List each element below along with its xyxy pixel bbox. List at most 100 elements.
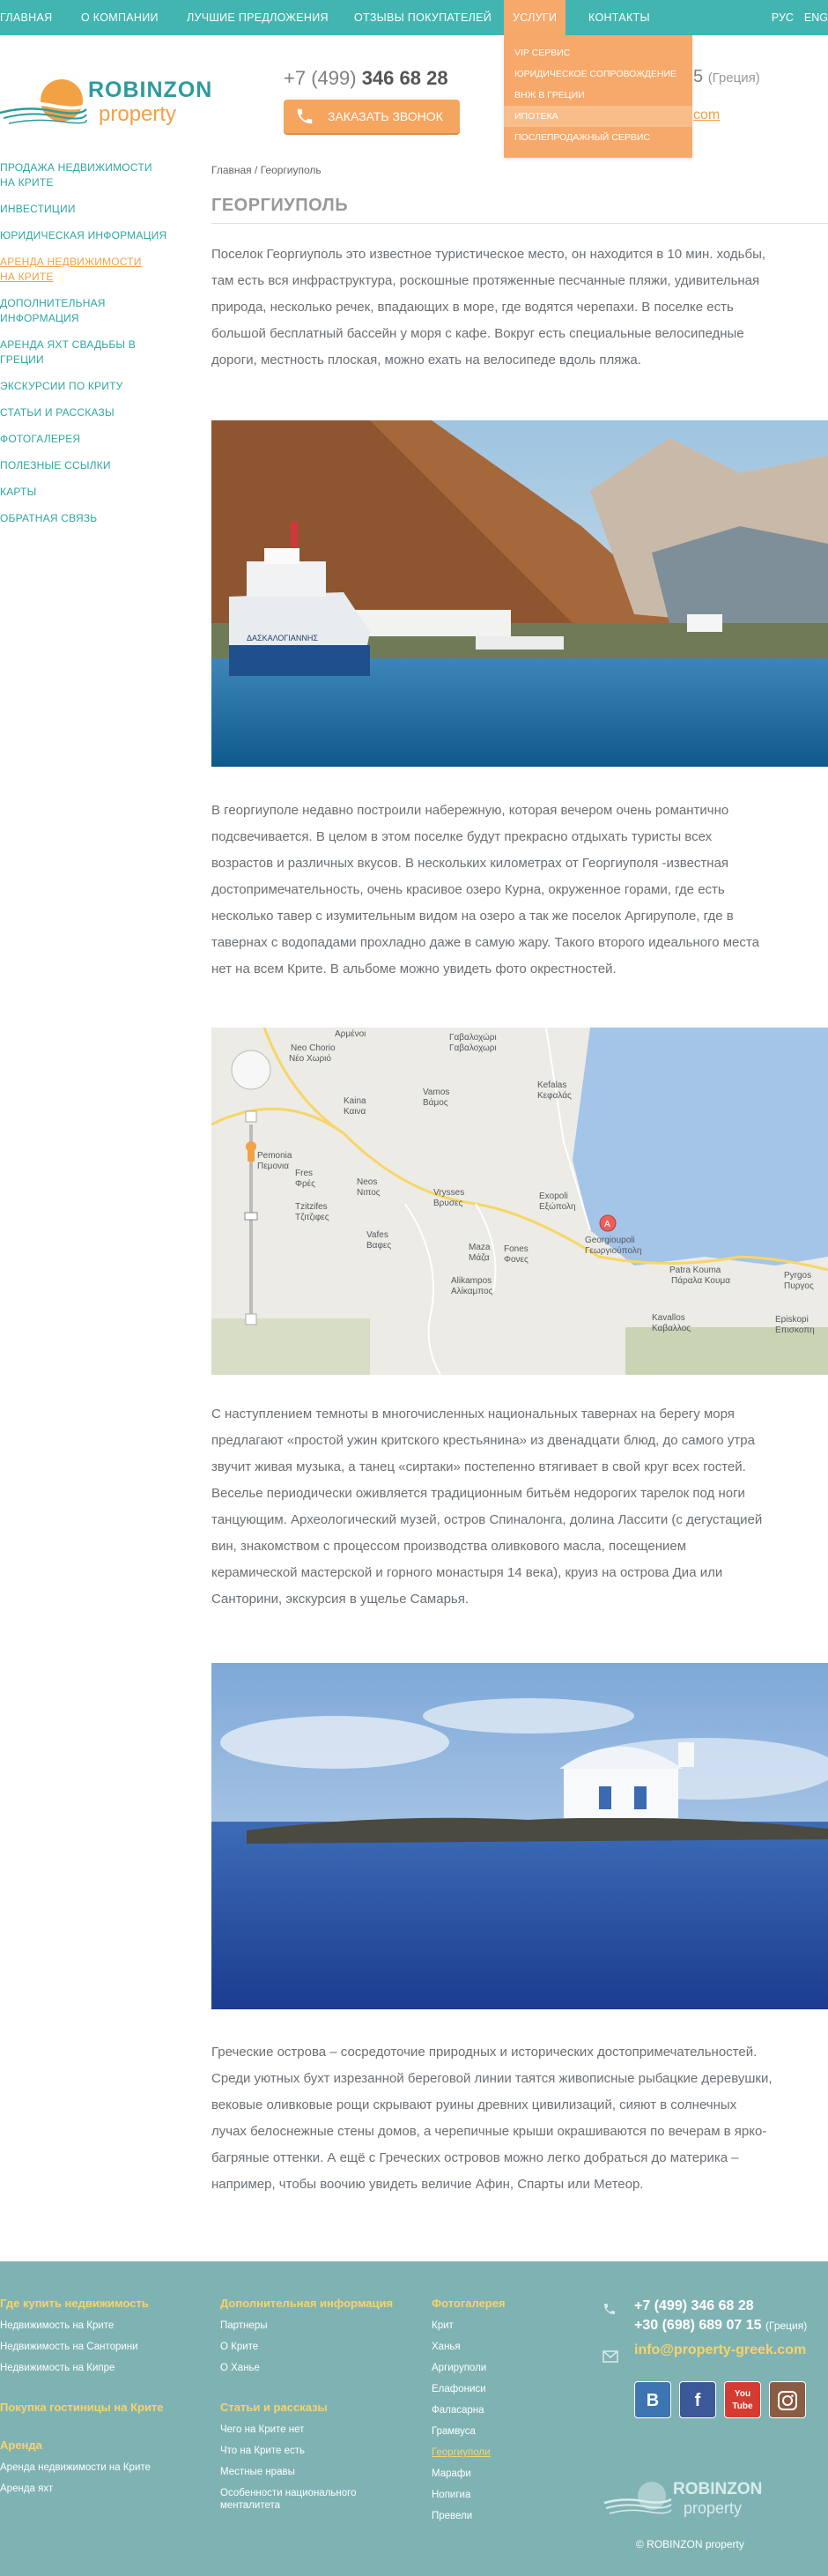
footer-link-about-chania[interactable]: О Ханье	[220, 2362, 414, 2374]
map-label: Fres	[295, 1169, 313, 1178]
footer-gallery-gramvousa[interactable]: Грамвуса	[432, 2425, 573, 2438]
sidebar-item-sale-crete[interactable]: Продажа недвижимости на Крите	[0, 160, 159, 190]
footer-gallery-nopigia[interactable]: Нопигиа	[432, 2489, 573, 2501]
youtube-icon[interactable]: You Tube	[724, 2381, 761, 2418]
title-divider	[211, 223, 828, 224]
photo-harbour: ΔΑΣΚΑΛΟΓΙΑΝΝΗΣ	[211, 420, 828, 767]
map-zoom-slider[interactable]	[244, 1212, 258, 1221]
dropdown-mortgage[interactable]: Ипотека	[504, 106, 692, 127]
header-email[interactable]: com	[693, 108, 720, 123]
map-label: Βάμος	[423, 1098, 448, 1108]
footer-gallery-crete[interactable]: Крит	[432, 2320, 573, 2332]
breadcrumb-current: Георгиуполь	[260, 164, 322, 176]
map-label: Νιπος	[357, 1188, 381, 1198]
dropdown-aftersale-service[interactable]: Послепродажный сервис	[504, 127, 692, 148]
map-zoom-in-button[interactable]	[245, 1110, 257, 1123]
sidebar-item-gallery[interactable]: Фотогалерея	[0, 432, 176, 447]
map-label: Φονες	[504, 1255, 529, 1265]
footer-gallery-preveli[interactable]: Превели	[432, 2510, 573, 2522]
footer-gallery-elafonisi[interactable]: Елафониси	[432, 2383, 573, 2395]
footer-logo[interactable]: ROBINZON property	[603, 2478, 763, 2522]
instagram-icon[interactable]	[769, 2381, 806, 2418]
phone2-number: 5	[693, 67, 704, 86]
dropdown-vip-service[interactable]: VIP Сервис	[504, 42, 692, 63]
logo-subtitle: property	[99, 102, 177, 126]
sidebar-item-maps[interactable]: Карты	[0, 485, 176, 500]
map-label: Μάζα	[469, 1253, 490, 1263]
sidebar-item-links[interactable]: Полезные ссылки	[0, 458, 176, 473]
sidebar-item-excursions[interactable]: Экскурсии по Криту	[0, 379, 176, 394]
nav-reviews[interactable]: Отзывы покупателей	[354, 0, 492, 35]
sidebar-item-investments[interactable]: Инвестиции	[0, 202, 176, 217]
footer-link-santorini[interactable]: Недвижимость на Санторини	[0, 2341, 211, 2353]
map-label: Βαφες	[366, 1241, 392, 1251]
sidebar-item-articles[interactable]: Статьи и рассказы	[0, 405, 176, 420]
footer-col-info: Дополнительная информация Партнеры О Кри…	[220, 2297, 414, 2520]
footer-link-article-4[interactable]: Особенности национального менталитета	[220, 2487, 388, 2512]
nav-contacts[interactable]: Контакты	[588, 0, 650, 35]
footer-email-link[interactable]: info@property-greek.com	[634, 2342, 807, 2358]
dropdown-residence-permit[interactable]: ВНЖ в Греции	[504, 85, 692, 106]
map-area[interactable]: A Αρμένοι Neo Chorio Νέο Χωριό Γαβαλοχώρι Γα…	[211, 1028, 828, 1375]
breadcrumb: Главная / Георгиуполь	[211, 164, 322, 176]
paragraph-islands: Греческие острова – сосредоточие природн…	[211, 2045, 773, 2192]
footer-link-crete[interactable]: Недвижимость на Крите	[0, 2320, 211, 2332]
nav-services[interactable]: Услуги	[504, 0, 566, 35]
lang-ru[interactable]: РУС	[772, 11, 794, 24]
footer-link-article-2[interactable]: Что на Крите есть	[220, 2445, 414, 2457]
breadcrumb-home[interactable]: Главная	[211, 164, 252, 176]
map-label: Πυργος	[784, 1281, 814, 1291]
map-zoom-out-button[interactable]	[245, 1313, 257, 1325]
copyright: © ROBINZON property	[636, 2538, 744, 2550]
footer-phone-2-country: (Греция)	[765, 2320, 808, 2332]
order-call-button[interactable]: Заказать звонок	[284, 100, 460, 133]
footer-gallery-marathi[interactable]: Марафи	[432, 2468, 573, 2480]
footer-phone-1: +7 (499) 346 68 28	[634, 2298, 754, 2313]
phone-number: 346 68 28	[361, 67, 448, 89]
footer-head-where-buy: Где купить недвижимость	[0, 2297, 149, 2310]
nav-best-offers[interactable]: Лучшие предложения	[187, 0, 329, 35]
facebook-icon[interactable]: f	[679, 2381, 716, 2418]
map-canvas[interactable]: A	[211, 1028, 828, 1375]
dropdown-legal-support[interactable]: Юридическое сопровождение	[504, 63, 692, 85]
footer-link-partners[interactable]: Партнеры	[220, 2320, 414, 2332]
map-label: Γαβαλοχώρι	[449, 1033, 497, 1043]
footer-link-rent-yacht[interactable]: Аренда яхт	[0, 2483, 211, 2495]
sidebar-item-feedback[interactable]: Обратная связь	[0, 511, 176, 526]
map-label: Vamos	[423, 1088, 450, 1097]
header-phone-greece: 5 (Греция)	[693, 67, 760, 87]
breadcrumb-separator: /	[251, 164, 261, 176]
footer-gallery-argiroupoli[interactable]: Аргируполи	[432, 2362, 573, 2374]
map-label: Τζιτζιφες	[295, 1213, 329, 1222]
footer-phone-icon	[604, 2304, 615, 2314]
ship-name: ΔΑΣΚΑΛΟΓΙΑΝΝΗΣ	[247, 634, 318, 642]
map-pan-control[interactable]	[231, 1050, 271, 1090]
map-label: Πάραλα Κουμα	[671, 1276, 731, 1286]
footer-link-article-1[interactable]: Чего на Крите нет	[220, 2424, 414, 2436]
footer-logo-title: ROBINZON	[673, 2480, 763, 2498]
footer-gallery-falasarna[interactable]: Фаласарна	[432, 2404, 573, 2416]
footer-link-cyprus[interactable]: Недвижимость на Кипре	[0, 2362, 211, 2374]
sidebar-item-legal-info[interactable]: Юридическая информация	[0, 228, 176, 243]
map-label: Episkopi	[775, 1315, 809, 1325]
footer-head-hotel[interactable]: Покупка гостиницы на Крите	[0, 2401, 211, 2414]
footer-link-about-crete[interactable]: О Крите	[220, 2341, 414, 2353]
lang-en[interactable]: ENG	[804, 11, 828, 24]
nav-about[interactable]: О компании	[81, 0, 159, 35]
footer-head-rent: Аренда	[0, 2439, 42, 2452]
footer-gallery-georgioupoli[interactable]: Георгиуполи	[432, 2446, 573, 2459]
sidebar-item-rent-crete[interactable]: Аренда недвижимости на Крите	[0, 255, 150, 285]
sidebar-item-yacht-weddings[interactable]: Аренда яхт свадьбы в Греции	[0, 338, 176, 367]
nav-home[interactable]: Главная	[0, 0, 52, 35]
footer-col-realestate: Где купить недвижимость Недвижимость на …	[0, 2297, 211, 2504]
sidebar-item-additional-info[interactable]: Дополнительная информация	[0, 296, 176, 326]
footer-link-rent-crete[interactable]: Аренда недвижимости на Крите	[0, 2461, 211, 2474]
footer-gallery-chania[interactable]: Ханья	[432, 2341, 573, 2353]
logo[interactable]: ROBINZON property	[0, 74, 211, 132]
map-label: Patra Kouma	[669, 1266, 721, 1275]
footer: Где купить недвижимость Недвижимость на …	[0, 2261, 828, 2576]
top-navigation: Главная О компании Лучшие предложения От…	[0, 0, 828, 35]
footer-link-article-3[interactable]: Местные нравы	[220, 2466, 414, 2478]
map-pegman-icon[interactable]	[246, 1141, 256, 1152]
vkontakte-icon[interactable]: В	[634, 2381, 671, 2418]
